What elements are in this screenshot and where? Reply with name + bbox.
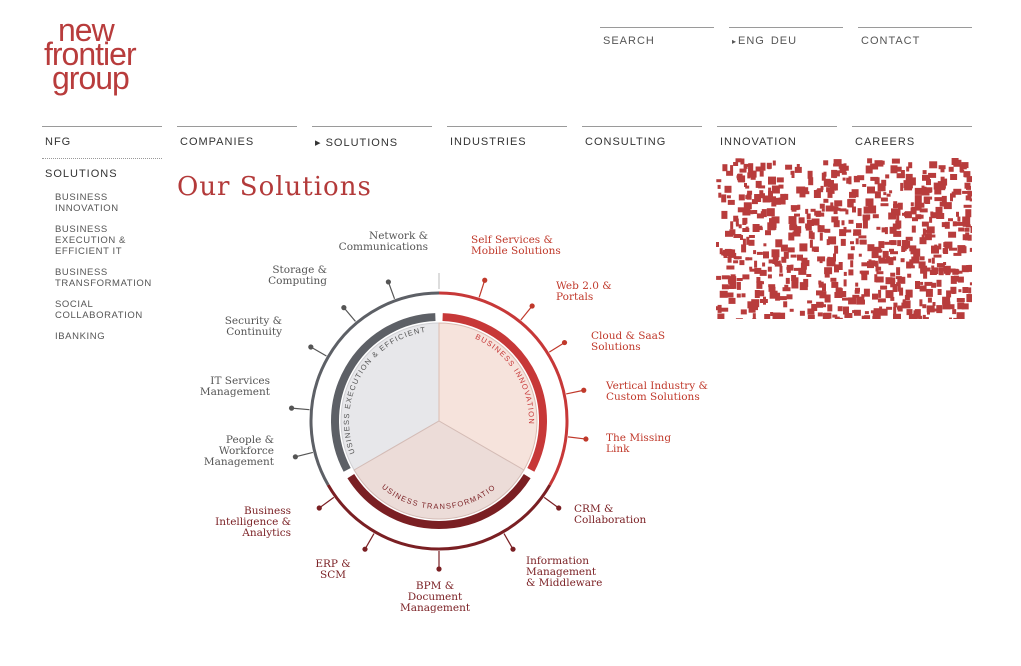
spoke-line [503, 533, 514, 550]
spoke-dot [510, 546, 516, 552]
solution-label[interactable]: Storage & Computing [268, 264, 327, 287]
spoke-dot [581, 387, 587, 393]
solution-label[interactable]: Vertical Industry & Custom Solutions [605, 380, 708, 403]
spoke-dot [385, 279, 391, 285]
spoke-line [543, 496, 560, 509]
spoke-line [548, 342, 565, 353]
spoke-dot [436, 566, 442, 572]
spoke-dot [292, 454, 298, 460]
spoke-line [310, 346, 327, 357]
spoke-line [567, 436, 586, 440]
spoke-line [387, 281, 396, 300]
spoke-dot [341, 305, 347, 311]
spoke-line [318, 496, 335, 509]
solution-label[interactable]: Self Services & Mobile Solutions [471, 234, 561, 257]
spoke-dot [556, 505, 562, 511]
solution-label[interactable]: Business Intelligence & Analytics [215, 505, 291, 539]
spoke-dot [308, 344, 314, 350]
solution-label[interactable]: The Missing Link [606, 432, 671, 455]
solution-label[interactable]: Information Management & Middleware [526, 555, 602, 589]
spoke-dot [583, 436, 589, 442]
spoke-dot [561, 339, 568, 346]
solution-label[interactable]: Cloud & SaaS Solutions [591, 330, 665, 353]
spoke-dot [529, 303, 535, 309]
solution-label[interactable]: People & Workforce Management [204, 434, 275, 468]
spoke-dot [288, 405, 295, 411]
solution-label[interactable]: ERP & SCM [315, 558, 350, 581]
solution-label[interactable]: Web 2.0 & Portals [556, 280, 612, 303]
solution-label[interactable]: IT Services Management [200, 375, 271, 398]
spoke-line [343, 307, 356, 322]
spoke-line [520, 305, 533, 321]
spoke-line [566, 389, 584, 395]
spoke-line [295, 451, 314, 458]
spoke-line [291, 407, 310, 411]
solution-label[interactable]: BPM & Document Management [400, 580, 471, 614]
spoke-dot [362, 546, 368, 552]
spoke-line [364, 533, 375, 550]
spoke-line [478, 280, 486, 298]
solution-label[interactable]: Network & Communications [339, 230, 428, 253]
solution-label[interactable]: Security & Continuity [225, 315, 282, 338]
spoke-dot [316, 505, 322, 511]
solution-label[interactable]: CRM & Collaboration [574, 503, 647, 526]
solutions-diagram: BUSINESS EXECUTION & EFFICIENT ITBUSINES… [0, 0, 708, 614]
spoke-dot [482, 277, 488, 283]
